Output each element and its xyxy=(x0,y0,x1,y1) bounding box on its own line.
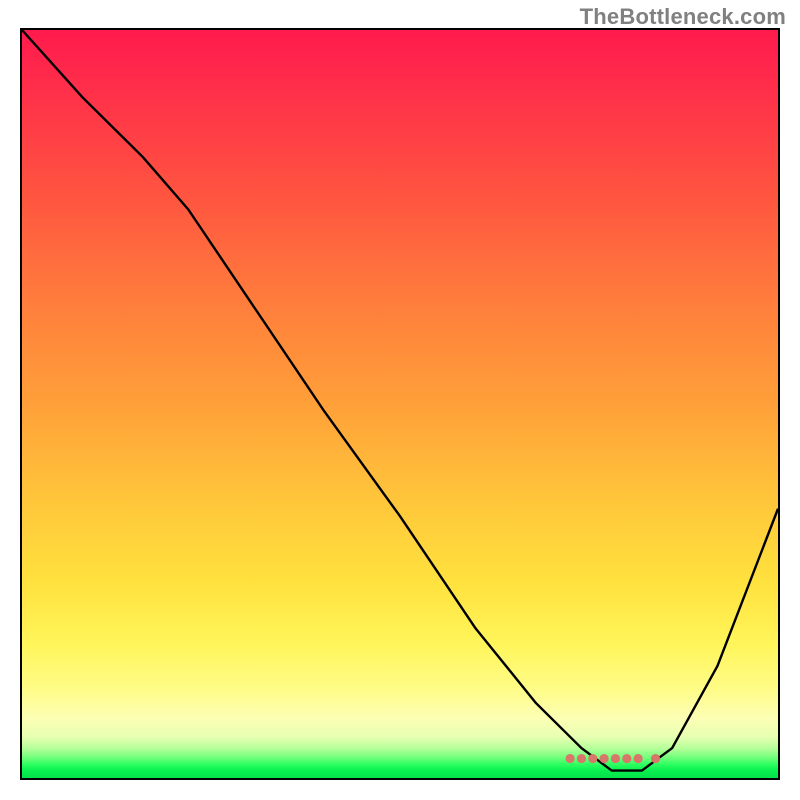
optimal-dot xyxy=(577,754,586,763)
optimal-dot xyxy=(622,754,631,763)
chart-container: TheBottleneck.com xyxy=(0,0,800,800)
plot-area xyxy=(20,28,780,780)
optimal-range-dots xyxy=(566,754,661,763)
optimal-dot xyxy=(634,754,643,763)
optimal-dot xyxy=(566,754,575,763)
optimal-dot xyxy=(600,754,609,763)
optimal-dot xyxy=(611,754,620,763)
optimal-dot xyxy=(588,754,597,763)
bottleneck-curve-line xyxy=(22,30,778,771)
optimal-dot xyxy=(651,754,660,763)
chart-svg xyxy=(22,30,778,778)
watermark-text: TheBottleneck.com xyxy=(580,4,786,30)
